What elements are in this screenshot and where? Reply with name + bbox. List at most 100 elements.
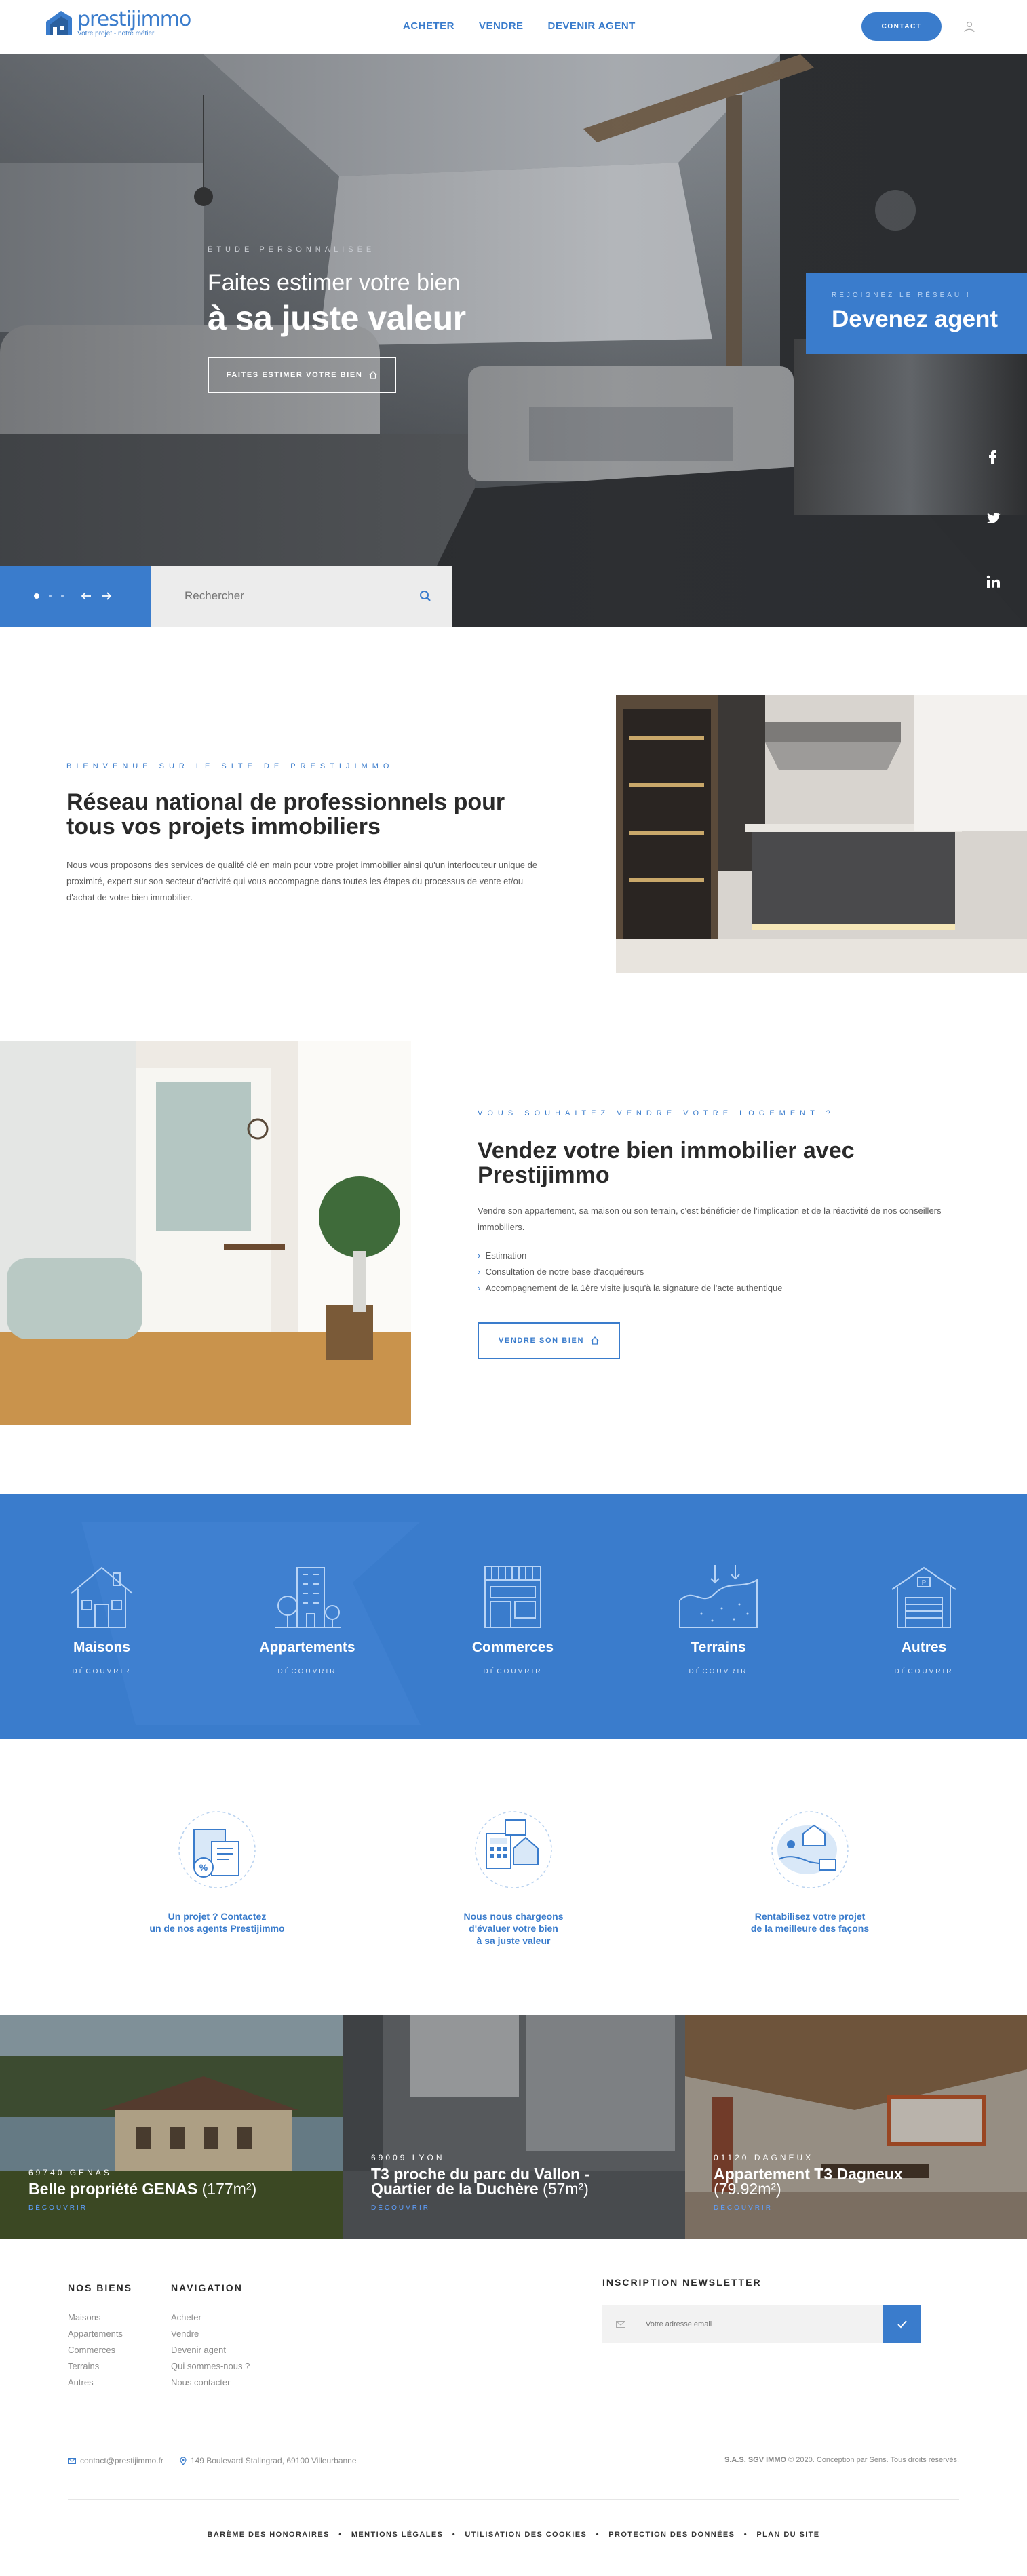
contract-percent-icon: % (178, 1811, 256, 1888)
nav-vendre[interactable]: VENDRE (479, 20, 524, 32)
list-item: › Consultation de notre base d'acquéreur… (478, 1267, 644, 1277)
sell-button[interactable]: VENDRE SON BIEN (478, 1322, 620, 1359)
property-title: T3 proche du parc du Vallon - Quartier de… (371, 2165, 590, 2198)
category-link: DÉCOUVRIR (483, 1668, 543, 1676)
location-pin-icon (180, 2456, 187, 2465)
linkedin-icon[interactable] (985, 574, 1001, 590)
legal-link[interactable]: UTILISATION DES COOKIES (465, 2531, 587, 2539)
search-bar (151, 566, 452, 627)
estimate-button[interactable]: FAITES ESTIMER VOTRE BIEN (208, 357, 396, 393)
search-input[interactable] (185, 589, 419, 603)
category-terrains[interactable]: Terrains DÉCOUVRIR (651, 1560, 786, 1676)
newsletter-title: INSCRIPTION NEWSLETTER (602, 2277, 762, 2288)
agent-title: Devenez agent (832, 306, 999, 332)
property-card[interactable]: 69740 GENAS Belle propriété GENAS (177m²… (0, 2015, 343, 2239)
category-autres[interactable]: P Autres DÉCOUVRIR (856, 1560, 992, 1676)
category-link: DÉCOUVRIR (894, 1668, 954, 1676)
estimate-button-label: FAITES ESTIMER VOTRE BIEN (226, 371, 363, 379)
hand-house-icon (771, 1811, 849, 1888)
property-location: 01120 DAGNEUX (714, 2153, 814, 2162)
footer-link[interactable]: Devenir agent (171, 2342, 250, 2358)
footer-link[interactable]: Appartements (68, 2326, 132, 2342)
arrow-left-icon[interactable] (80, 590, 92, 602)
category-link: DÉCOUVRIR (689, 1668, 748, 1676)
nav-devenir-agent[interactable]: DEVENIR AGENT (548, 20, 636, 32)
home-icon (591, 1336, 599, 1345)
living-room-image (0, 1041, 411, 1425)
feature-text: Un projet ? Contactez un de nos agents Pr… (149, 1911, 285, 1934)
kitchen-image (616, 695, 1027, 973)
calculator-house-icon (475, 1811, 552, 1888)
slider-dots (34, 593, 64, 599)
slider-dot-active (34, 593, 39, 599)
footer-link[interactable]: Commerces (68, 2342, 132, 2358)
property-card[interactable]: 01120 DAGNEUX Appartement T3 Dagneux (79.… (685, 2015, 1027, 2239)
sell-list: › Estimation › Consultation de notre bas… (478, 1248, 782, 1296)
category-name: Commerces (471, 1640, 554, 1655)
feature-profit: Rentabilisez votre projet de la meilleure… (722, 1806, 898, 1935)
footer-link[interactable]: Qui sommes-nous ? (171, 2358, 250, 2375)
property-info: 69009 LYON T3 proche du parc du Vallon -… (371, 2153, 589, 2212)
category-name: Maisons (73, 1640, 131, 1655)
footer-col-navigation: NAVIGATION Acheter Vendre Devenir agent … (171, 2282, 250, 2391)
footer-col-title: NAVIGATION (171, 2282, 243, 2293)
footer-address: 149 Boulevard Stalingrad, 69100 Villeurb… (190, 2456, 357, 2465)
main-nav: ACHETER VENDRE DEVENIR AGENT (403, 20, 636, 32)
welcome-text: Nous vous proposons des services de qual… (66, 860, 538, 903)
footer-link[interactable]: Maisons (68, 2310, 132, 2326)
facebook-icon[interactable] (985, 448, 1001, 464)
home-icon (369, 371, 377, 379)
property-title: Appartement T3 Dagneux (79.92m²) (714, 2165, 903, 2198)
property-location: 69740 GENAS (28, 2168, 112, 2177)
newsletter-form (602, 2305, 921, 2343)
property-card[interactable]: 69009 LYON T3 proche du parc du Vallon -… (343, 2015, 685, 2239)
agent-kicker: REJOIGNEZ LE RÉSEAU ! (832, 292, 971, 299)
garage-icon: P (891, 1566, 956, 1628)
user-icon[interactable] (963, 20, 975, 33)
shop-icon (484, 1566, 541, 1628)
site-header: prestijimmo Votre projet - notre métier … (0, 0, 1027, 54)
newsletter-submit-button[interactable] (883, 2305, 921, 2343)
hero-title-line2: à sa juste valeur (208, 299, 466, 337)
category-name: Autres (901, 1640, 947, 1655)
svg-text:P: P (922, 1579, 927, 1587)
logo[interactable]: prestijimmo Votre projet - notre métier (43, 8, 191, 38)
category-appartements[interactable]: Appartements DÉCOUVRIR (239, 1560, 375, 1676)
category-commerces[interactable]: Commerces DÉCOUVRIR (445, 1560, 581, 1676)
search-icon[interactable] (419, 590, 431, 602)
footer-col-biens: NOS BIENS Maisons Appartements Commerces… (68, 2282, 132, 2391)
feature-contact: % Un projet ? Contactez un de nos agents … (129, 1806, 305, 1935)
footer-divider (68, 2499, 959, 2500)
feature-text: Nous nous chargeons d'évaluer votre bien à… (463, 1911, 564, 1946)
legal-link[interactable]: MENTIONS LÉGALES (351, 2531, 443, 2539)
legal-link[interactable]: PLAN DU SITE (756, 2531, 819, 2539)
twitter-icon[interactable] (985, 510, 1001, 526)
logo-tagline: Votre projet - notre métier (77, 29, 155, 37)
category-name: Terrains (691, 1640, 746, 1655)
legal-link[interactable]: BARÈME DES HONORAIRES (207, 2531, 329, 2539)
arrow-right-icon[interactable] (100, 590, 113, 602)
footer-link[interactable]: Acheter (171, 2310, 250, 2326)
logo-mark-icon (46, 11, 72, 35)
slider-dot (49, 595, 52, 597)
newsletter-email-input[interactable] (646, 2320, 883, 2329)
footer-email[interactable]: contact@prestijimmo.fr (80, 2456, 163, 2465)
slider-dot (61, 595, 64, 597)
nav-acheter[interactable]: ACHETER (403, 20, 454, 32)
separator: • (446, 2531, 462, 2539)
hero-kicker: ÉTUDE PERSONNALISÉE (208, 245, 376, 254)
sell-button-label: VENDRE SON BIEN (498, 1336, 585, 1345)
footer-link[interactable]: Terrains (68, 2358, 132, 2375)
become-agent-card[interactable]: REJOIGNEZ LE RÉSEAU ! Devenez agent (806, 273, 1027, 354)
contact-button[interactable]: CONTACT (861, 12, 942, 41)
mail-icon (616, 2321, 625, 2328)
feature-text: Rentabilisez votre projet de la meilleure… (750, 1911, 870, 1934)
footer-link[interactable]: Autres (68, 2375, 132, 2391)
property-info: 69740 GENAS Belle propriété GENAS (177m²… (28, 2168, 256, 2212)
footer-credits: S.A.S. SGV IMMO © 2020. Conception par S… (724, 2456, 959, 2464)
footer-link[interactable]: Nous contacter (171, 2375, 250, 2391)
separator: • (589, 2531, 606, 2539)
category-maisons[interactable]: Maisons DÉCOUVRIR (34, 1560, 170, 1676)
footer-link[interactable]: Vendre (171, 2326, 250, 2342)
legal-link[interactable]: PROTECTION DES DONNÉES (608, 2531, 735, 2539)
